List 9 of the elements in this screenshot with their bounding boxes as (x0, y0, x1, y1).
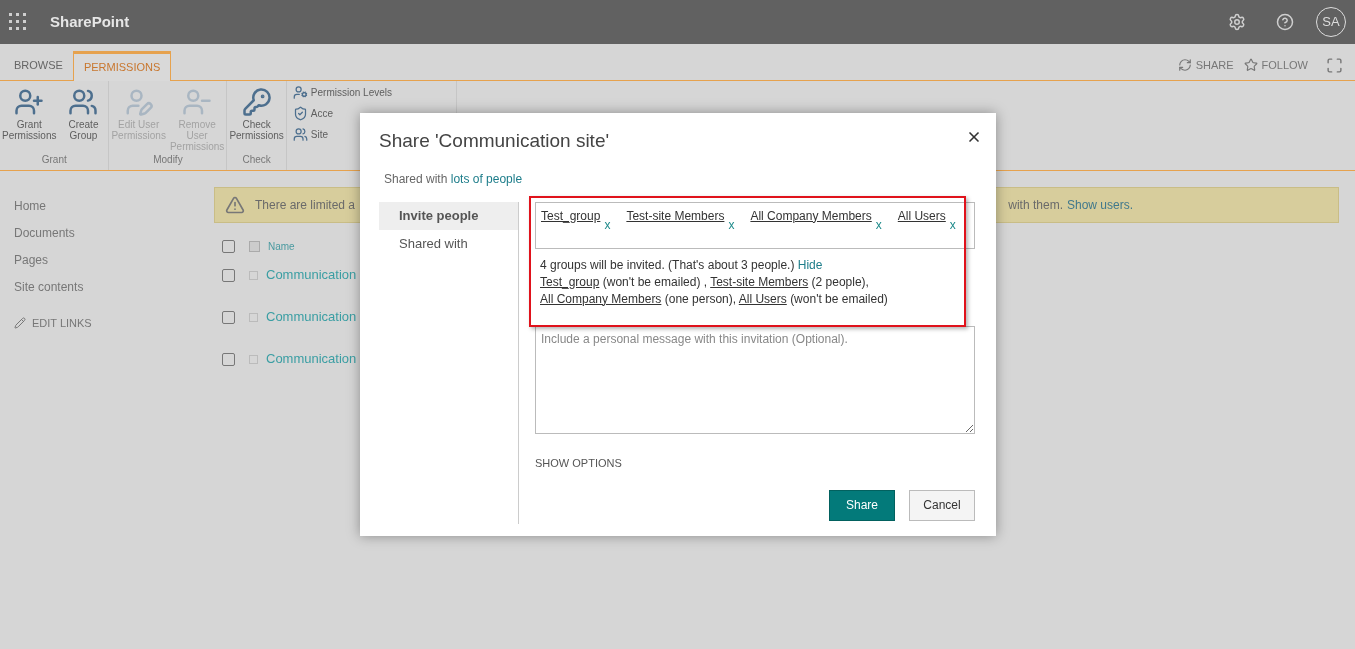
ribbon-group-label: Grant (41, 153, 67, 167)
invite-summary: 4 groups will be invited. (That's about 3 people.) Hide (540, 256, 824, 274)
warning-text: There are limited a (255, 197, 356, 214)
warning-text: with them. (1008, 197, 1063, 214)
invite-details: Test_group (won't be emailed) , Test-site Members (2 people), All Company Members (one person), All Users (won't be emailed) (540, 273, 889, 308)
ribbon-group-label: Modify (153, 153, 183, 167)
shared-with-text: Shared with lots of people (383, 170, 524, 188)
ribbon-group-label: Check (242, 153, 271, 167)
dialog-title: Share 'Communication site' (379, 129, 611, 153)
